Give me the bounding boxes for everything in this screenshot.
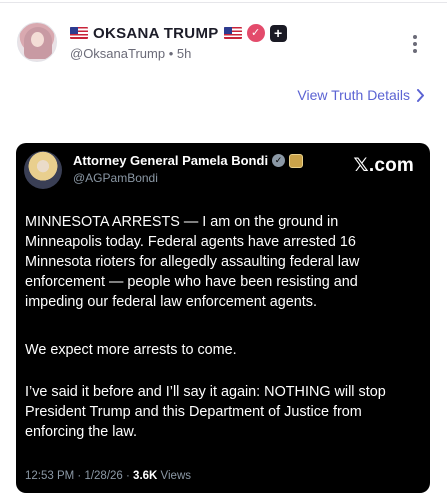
more-vertical-icon[interactable]: [409, 35, 421, 55]
us-flag-icon: [223, 27, 242, 39]
embedded-name-row: Attorney General Pamela Bondi ✓: [73, 153, 304, 168]
gray-check-icon: ✓: [272, 154, 286, 167]
chevron-right-icon: [417, 88, 424, 102]
embedded-name: Attorney General Pamela Bondi: [73, 153, 269, 168]
separator: •: [168, 46, 174, 61]
avatar-face: [31, 32, 44, 47]
top-divider: [0, 2, 447, 3]
plus-badge-icon: +: [269, 24, 287, 42]
view-details-link[interactable]: View Truth Details: [297, 87, 425, 103]
verified-badge-icon: ✓: [246, 24, 265, 42]
view-details-label: View Truth Details: [297, 87, 410, 103]
embedded-paragraph: MINNESOTA ARRESTS — I am on the ground i…: [25, 214, 360, 310]
embedded-paragraph: I’ve said it before and I’ll say it agai…: [25, 384, 386, 440]
embedded-paragraph: We expect more arrests to come.: [25, 342, 237, 358]
x-brand-logo: 𝕏.com: [353, 155, 414, 176]
embedded-post-card[interactable]: Attorney General Pamela Bondi ✓ @AGPamBo…: [16, 143, 430, 493]
embedded-avatar: [24, 151, 62, 189]
embedded-meta: 12:53 PM · 1/28/26 · 3.6K Views: [25, 470, 191, 482]
display-name[interactable]: OKSANA TRUMP: [93, 25, 219, 42]
views-label: Views: [157, 470, 192, 482]
avatar[interactable]: [17, 22, 57, 62]
author-name-row: OKSANA TRUMP ✓ +: [70, 22, 287, 44]
embedded-handle: @AGPamBondi: [73, 171, 158, 185]
handle[interactable]: @OksanaTrump: [70, 46, 165, 61]
seal-icon: [289, 153, 304, 168]
us-flag-icon: [70, 27, 88, 39]
timestamp[interactable]: 5h: [177, 46, 191, 61]
embedded-time-date: 12:53 PM · 1/28/26 ·: [25, 470, 134, 482]
handle-row: @OksanaTrump • 5h: [70, 46, 191, 61]
views-count: 3.6K: [133, 470, 158, 482]
